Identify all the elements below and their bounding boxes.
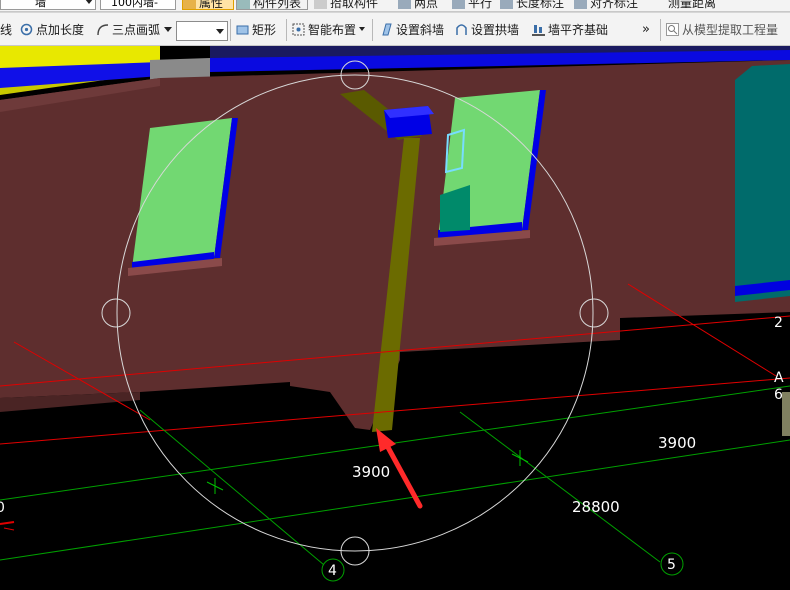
- type-combo[interactable]: 100内墙-: [100, 0, 176, 10]
- parallel-button[interactable]: 平行: [452, 0, 492, 10]
- teal-panel: [735, 64, 790, 302]
- extract-from-model-label: 从模型提取工程量: [682, 22, 779, 37]
- parallel-label: 平行: [468, 0, 493, 10]
- layer-combo[interactable]: 墙: [0, 0, 96, 10]
- overflow-label: »: [642, 21, 650, 37]
- toolbar-separator: [286, 19, 287, 41]
- set-slope-wall-label: 设置斜墙: [396, 22, 445, 37]
- 3d-scene[interactable]: 3900 3900 28800 4 5 A 6 2 0: [0, 46, 790, 586]
- main-toolbar: 线 点加长度 三点画弧 矩形 智能布置 设置斜墙 设置拱墙 墙平齐基础 » 从模…: [0, 12, 790, 46]
- property-icon: [183, 0, 196, 9]
- pick-icon: [314, 0, 327, 9]
- scale-bar[interactable]: [782, 392, 790, 436]
- set-arch-wall-button[interactable]: 设置拱墙: [455, 13, 519, 45]
- extract-icon: [666, 22, 679, 36]
- chevron-down-icon: [85, 0, 93, 4]
- point-length-icon: [20, 23, 33, 36]
- component-list-label: 构件列表: [253, 0, 302, 10]
- pick-component-button[interactable]: 拾取构件: [314, 0, 378, 10]
- axis-label-2: 2: [774, 315, 783, 331]
- two-point-label: 两点: [414, 0, 439, 10]
- length-dim-icon: [500, 0, 513, 9]
- wall-align-foundation-button[interactable]: 墙平齐基础: [532, 13, 608, 45]
- three-point-arc-label: 三点画弧: [112, 22, 161, 37]
- property-button[interactable]: 属性: [182, 0, 234, 10]
- rectangle-label: 矩形: [252, 22, 277, 37]
- length-dim-label: 长度标注: [516, 0, 565, 10]
- point-length-button[interactable]: 点加长度: [20, 13, 84, 45]
- length-dim-button[interactable]: 长度标注: [500, 0, 564, 10]
- chevron-down-icon: [216, 29, 224, 34]
- arc-param-combo[interactable]: [176, 21, 228, 41]
- smart-layout-button[interactable]: 智能布置: [292, 13, 366, 45]
- smart-layout-dropdown-icon[interactable]: [359, 27, 366, 31]
- set-arch-wall-label: 设置拱墙: [471, 22, 520, 37]
- point-length-label: 点加长度: [36, 22, 85, 37]
- line-label: 线: [0, 22, 13, 37]
- top-toolbar: 墙 100内墙- 属性 构件列表 拾取构件 两点 平行 长度标注 对齐标注 测量…: [0, 0, 790, 12]
- dimension-label-total: 28800: [572, 498, 620, 516]
- property-label: 属性: [199, 0, 224, 10]
- axis-label-6: 6: [774, 387, 783, 403]
- 3d-viewport[interactable]: 3900 3900 28800 4 5 A 6 2 0: [0, 46, 790, 586]
- list-icon: [237, 0, 250, 9]
- wall-align-foundation-label: 墙平齐基础: [548, 22, 609, 37]
- axis-label-5: 5: [667, 557, 676, 573]
- align-foundation-icon: [532, 23, 545, 36]
- arch-wall-icon: [455, 23, 468, 36]
- arc-dropdown-icon[interactable]: [164, 26, 173, 32]
- toolbar-separator: [230, 19, 231, 41]
- measure-distance-button[interactable]: 测量距离: [668, 0, 716, 10]
- align-dim-icon: [574, 0, 587, 9]
- layer-combo-value: 墙: [35, 0, 46, 9]
- three-point-arc-button[interactable]: 三点画弧: [96, 13, 173, 45]
- axis-label-4: 4: [328, 563, 337, 579]
- arc-icon: [96, 23, 109, 36]
- extract-from-model-button[interactable]: 从模型提取工程量: [666, 13, 778, 45]
- rectangle-icon: [236, 23, 249, 36]
- axis-label-0: 0: [0, 500, 5, 516]
- two-point-button[interactable]: 两点: [398, 0, 438, 10]
- toolbar-separator: [372, 19, 373, 41]
- pick-component-label: 拾取构件: [330, 0, 379, 10]
- component-list-button[interactable]: 构件列表: [236, 0, 308, 10]
- type-combo-value: 100内墙-: [111, 0, 158, 9]
- measure-distance-label: 测量距离: [668, 0, 717, 10]
- set-slope-wall-button[interactable]: 设置斜墙: [380, 13, 444, 45]
- two-point-icon: [398, 0, 411, 9]
- dimension-label-left: 3900: [352, 463, 390, 481]
- dimension-label-right: 3900: [658, 434, 696, 452]
- rectangle-button[interactable]: 矩形: [236, 13, 276, 45]
- toolbar-overflow-button[interactable]: »: [642, 13, 650, 45]
- slope-wall-icon: [380, 23, 393, 36]
- parallel-icon: [452, 0, 465, 9]
- smart-layout-icon: [292, 23, 305, 36]
- smart-layout-label: 智能布置: [308, 22, 357, 37]
- toolbar-separator: [660, 19, 661, 41]
- axis-label-A: A: [774, 370, 784, 386]
- align-dim-button[interactable]: 对齐标注: [574, 0, 638, 10]
- align-dim-label: 对齐标注: [590, 0, 639, 10]
- line-button[interactable]: 线: [0, 13, 12, 45]
